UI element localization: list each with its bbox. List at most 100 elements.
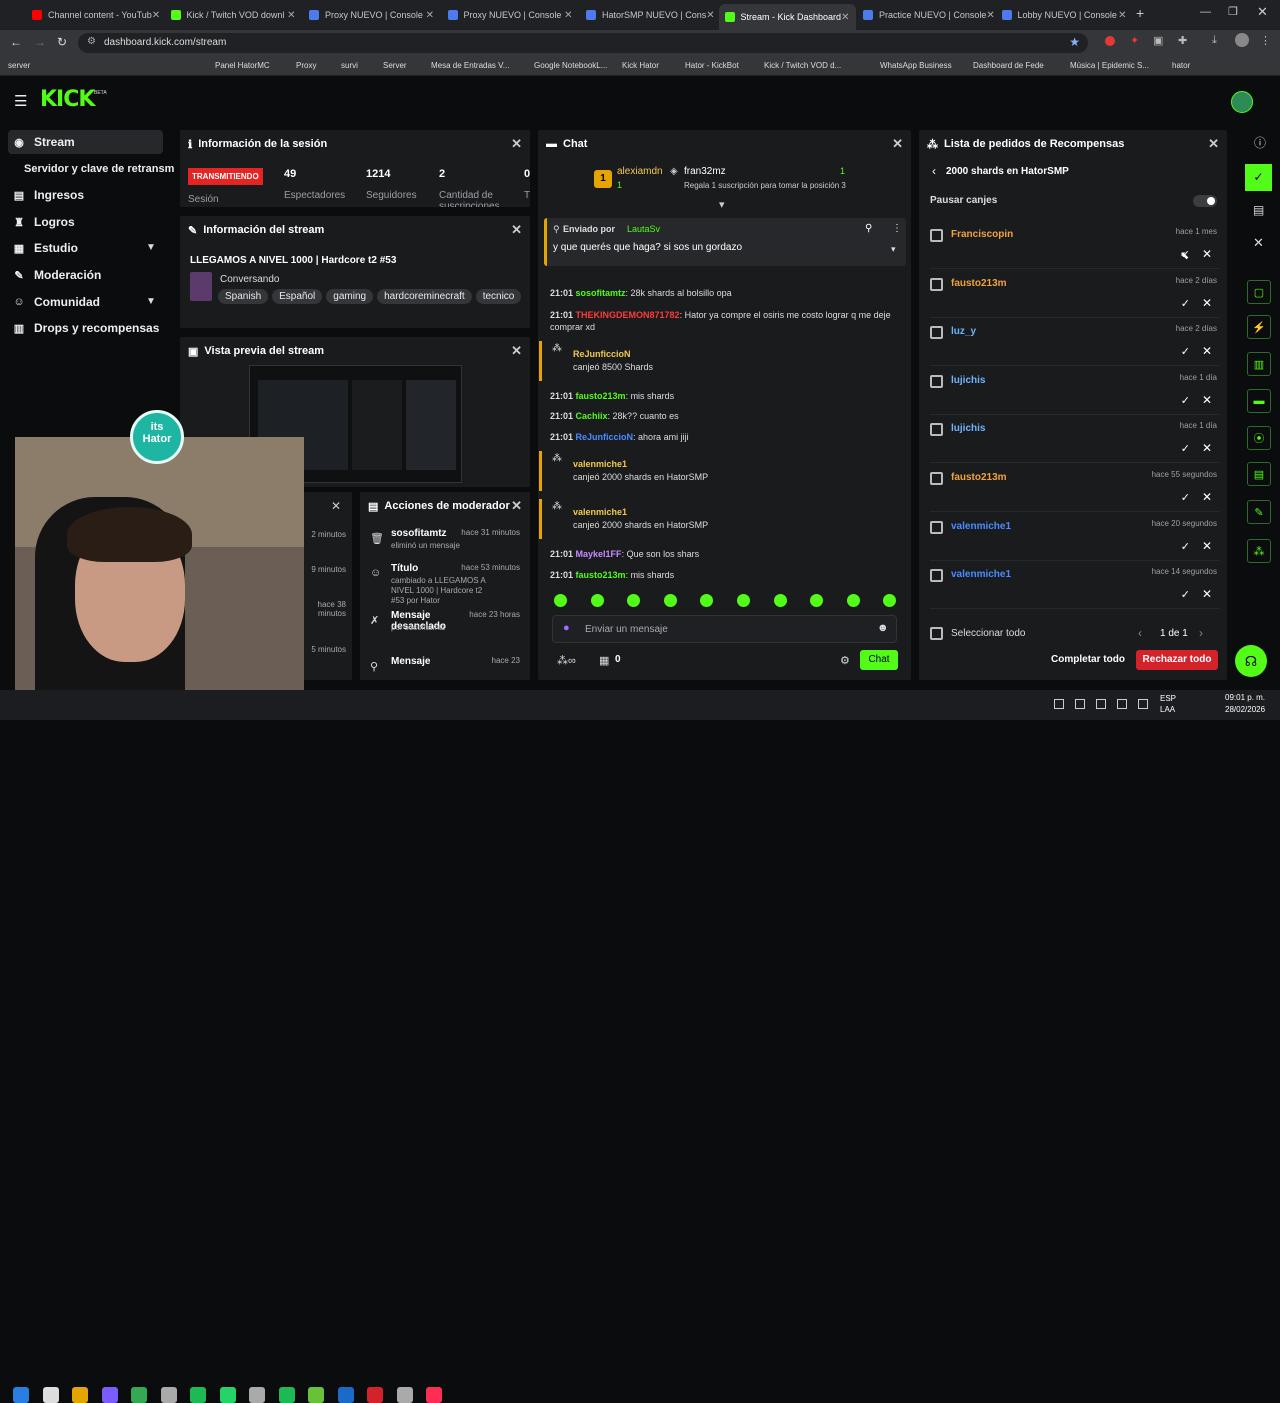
taskbar-app-icon[interactable] [396, 1387, 413, 1403]
language-indicator[interactable]: ESP [1160, 694, 1176, 703]
minimize-icon[interactable]: — [1200, 6, 1211, 18]
taskbar-app-icon[interactable] [101, 1387, 118, 1403]
close-icon[interactable]: ✕ [1208, 136, 1219, 152]
chat-username[interactable]: Maykel1FF [576, 549, 622, 559]
close-icon[interactable]: ✕ [426, 10, 434, 21]
rail-tool-icon[interactable]: ⚡ [1247, 315, 1271, 339]
close-icon[interactable]: ✕ [331, 499, 341, 513]
collapse-icon[interactable]: ▾ [719, 198, 725, 211]
emote-icon[interactable] [554, 594, 567, 607]
tray-icon[interactable] [1096, 699, 1106, 709]
accept-check-icon[interactable]: ✓ [1181, 442, 1190, 455]
tray-icon[interactable] [1054, 699, 1064, 709]
tag-chip[interactable]: hardcoreminecraft [377, 289, 472, 304]
layout-icon[interactable]: ▤ [1253, 203, 1264, 217]
reward-username[interactable]: lujichis [951, 423, 985, 434]
bookmark-item[interactable]: hator [1172, 61, 1190, 70]
prev-page-icon[interactable]: ‹ [1138, 626, 1142, 640]
taskbar-app-icon[interactable] [160, 1387, 177, 1403]
taskbar-app-icon[interactable] [219, 1387, 236, 1403]
row-checkbox[interactable] [930, 423, 943, 437]
chat-message[interactable]: 21:01 THEKINGDEMON871782: Hator ya compr… [550, 309, 905, 333]
chat-message[interactable]: 21:01 fausto213m: mis shards [550, 569, 905, 581]
reject-x-icon[interactable]: ✕ [1202, 490, 1212, 504]
emote-icon[interactable] [810, 594, 824, 607]
pinned-user[interactable]: LautaSv [627, 224, 660, 234]
emote-icon[interactable] [590, 594, 604, 607]
row-checkbox[interactable] [930, 277, 943, 291]
close-icon[interactable]: ✕ [152, 10, 160, 21]
emote-icon[interactable] [627, 594, 641, 607]
reward-username[interactable]: valenmiche1 [951, 521, 1011, 532]
emote-icon[interactable] [773, 594, 787, 607]
browser-tab[interactable]: Kick / Twitch VOD downl ✕ [165, 4, 302, 26]
browser-tab[interactable]: Channel content - YouTub ✕ [26, 4, 163, 26]
rail-tool-icon[interactable]: ▢ [1247, 280, 1271, 304]
next-page-icon[interactable]: › [1199, 626, 1203, 640]
back-icon[interactable]: ← [10, 35, 22, 49]
chat-username[interactable]: fausto213m [576, 391, 626, 401]
sidebar-item[interactable]: ▦ Estudio [8, 236, 163, 260]
emote-icon[interactable] [737, 594, 750, 607]
bookmark-item[interactable]: Kick Hator [622, 61, 659, 70]
menu-dots-icon[interactable]: ⋮ [1260, 34, 1271, 47]
taskbar-app-icon[interactable] [308, 1387, 324, 1403]
microphone-icon[interactable]: ● [563, 622, 570, 634]
close-icon[interactable]: ✕ [287, 10, 295, 21]
tag-chip[interactable]: Spanish [218, 289, 269, 304]
chevron-down-icon[interactable]: ▾ [891, 244, 896, 255]
reward-username[interactable]: valenmiche1 [951, 569, 1011, 580]
taskbar-app-icon[interactable] [42, 1387, 59, 1403]
layout-indicator[interactable]: LAA [1160, 705, 1175, 714]
download-icon[interactable]: ⤓ [1212, 34, 1217, 47]
reject-x-icon[interactable]: ✕ [1202, 344, 1212, 358]
taskbar-app-icon[interactable] [367, 1387, 383, 1403]
reward-username[interactable]: fausto213m [951, 472, 1007, 483]
new-tab-button[interactable]: + [1136, 5, 1144, 21]
clock-date[interactable]: 28/02/2026 [1225, 705, 1265, 714]
rail-tool-icon[interactable]: ▬ [1247, 389, 1271, 413]
taskbar-app-icon[interactable] [426, 1387, 442, 1403]
chat-message[interactable]: 21:01 sosofitamtz: 28k shards al bolsill… [550, 287, 905, 299]
accept-check-icon[interactable]: ✓ [1181, 588, 1190, 601]
extensions-puzzle-icon[interactable]: ✚ [1178, 34, 1187, 47]
bookmark-item[interactable]: WhatsApp Business [880, 61, 952, 70]
browser-tab[interactable]: Lobby NUEVO | Console ✕ [996, 4, 1133, 26]
sidebar-item[interactable]: ♜ Logros [8, 210, 163, 234]
row-checkbox[interactable] [930, 569, 943, 583]
rail-tool-icon[interactable]: ▤ [1247, 462, 1271, 486]
rail-tool-icon[interactable]: ✎ [1247, 500, 1271, 524]
reward-username[interactable]: Franciscopin [951, 229, 1013, 240]
taskbar-app-icon[interactable] [337, 1387, 354, 1403]
shards-icon[interactable]: ⁂∞ [557, 654, 576, 667]
accept-check-icon[interactable]: ✓ [1181, 491, 1190, 504]
chat-message[interactable]: 21:01 ReJunficcioN: ahora ami jiji [550, 431, 905, 443]
close-icon[interactable]: ✕ [1253, 235, 1264, 251]
profile-avatar[interactable] [1235, 33, 1249, 47]
browser-tab[interactable]: Proxy NUEVO | Console ✕ [442, 4, 579, 26]
taskbar-app-icon[interactable] [278, 1387, 295, 1403]
bookmark-item[interactable]: Panel HatorMC [215, 61, 270, 70]
browser-tab[interactable]: Stream - Kick Dashboard ✕ [718, 4, 856, 30]
rail-tool-icon[interactable]: ⁂ [1247, 539, 1271, 563]
reload-icon[interactable]: ↻ [57, 35, 67, 49]
sidebar-item[interactable]: ▤ Ingresos [8, 183, 163, 207]
chat-username[interactable]: ReJunficcioN [576, 432, 634, 442]
redeem-user[interactable]: valenmiche1 [573, 459, 627, 469]
back-chevron-icon[interactable]: ‹ [932, 164, 936, 178]
browser-tab[interactable]: HatorSMP NUEVO | Cons ✕ [580, 4, 717, 26]
row-checkbox[interactable] [930, 472, 943, 485]
tray-icon[interactable] [1075, 699, 1085, 709]
bookmark-item[interactable]: Dashboard de Fede [973, 61, 1044, 70]
taskbar-app-icon[interactable] [131, 1387, 147, 1403]
extension-icon[interactable]: ✦ [1130, 34, 1139, 47]
pinned-message[interactable]: ⚲ Enviado por LautaSv y que querés que h… [544, 218, 906, 266]
store-icon[interactable]: ▦ [599, 654, 609, 667]
sidebar-item[interactable]: Servidor y clave de retransm [20, 157, 180, 181]
emote-icon[interactable] [883, 594, 897, 607]
redeem-user[interactable]: ReJunficcioN [573, 349, 631, 359]
chat-send-button[interactable]: Chat [860, 650, 898, 670]
rail-tool-icon[interactable]: ▥ [1247, 352, 1271, 376]
sidebar-item[interactable]: ▥ Drops y recompensas [8, 316, 163, 340]
chat-username[interactable]: sosofitamtz [576, 288, 626, 298]
